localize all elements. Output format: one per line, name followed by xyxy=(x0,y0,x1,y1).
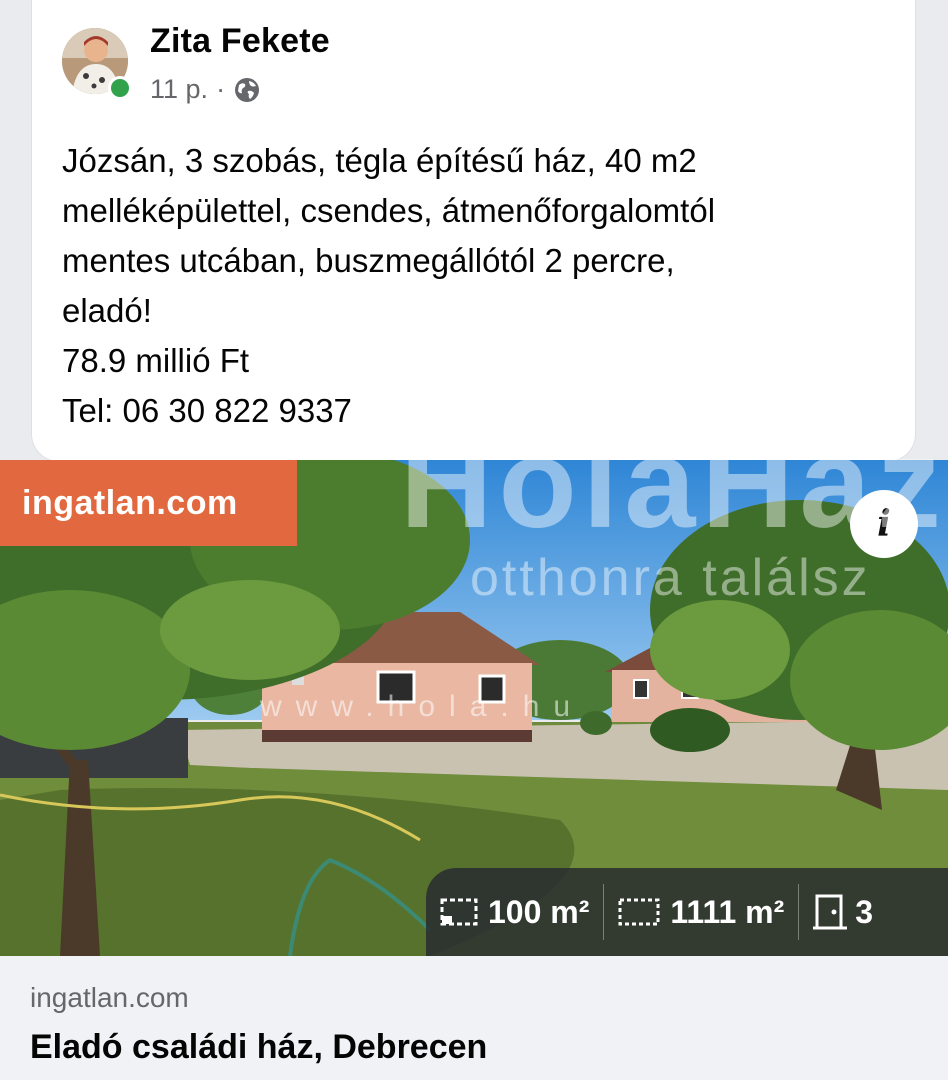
stat-floor-area-label: 100 m² xyxy=(488,893,590,930)
post-text: Józsán, 3 szobás, tégla építésű ház, 40 … xyxy=(62,136,892,436)
post-text-line: Józsán, 3 szobás, tégla építésű ház, 40 … xyxy=(62,142,697,179)
listing-stats: 100 m² 1111 m² 3 xyxy=(426,868,948,956)
globe-icon[interactable] xyxy=(233,76,261,104)
post-text-line: eladó! xyxy=(62,292,152,329)
link-preview[interactable]: ingatlan.com Eladó családi ház, Debrecen xyxy=(0,956,948,1080)
online-status-dot xyxy=(108,76,132,100)
watermark-tagline: otthonra találsz xyxy=(470,549,871,607)
post-meta: 11 p. · xyxy=(150,74,261,105)
author-name[interactable]: Zita Fekete xyxy=(150,22,330,61)
link-title[interactable]: Eladó családi ház, Debrecen xyxy=(30,1028,487,1067)
floor-area-icon xyxy=(440,898,478,926)
post-card: Zita Fekete 11 p. · Józsán, 3 szobás, té… xyxy=(31,0,916,462)
post-price-line: 78.9 millió Ft xyxy=(62,342,250,379)
stat-rooms-label: 3 xyxy=(855,893,874,930)
post-text-line: mentes utcában, buszmegállótól 2 percre, xyxy=(62,242,675,279)
plot-area-icon xyxy=(618,898,660,926)
post-text-line: melléképülettel, csendes, átmenőforgalom… xyxy=(62,192,716,229)
stat-plot-area-label: 1111 m² xyxy=(670,893,785,930)
watermark-url: www.hola.hu xyxy=(260,690,585,723)
stat-plot-area: 1111 m² xyxy=(603,884,798,940)
stat-floor-area: 100 m² xyxy=(426,884,603,940)
meta-separator: · xyxy=(216,74,226,104)
link-domain: ingatlan.com xyxy=(30,982,189,1013)
door-icon xyxy=(813,894,848,930)
watermark-brand: HolaHáz xyxy=(400,412,947,555)
source-badge[interactable]: ingatlan.com xyxy=(0,460,297,546)
post-time[interactable]: 11 p. xyxy=(150,74,208,105)
stat-rooms: 3 xyxy=(798,884,887,940)
